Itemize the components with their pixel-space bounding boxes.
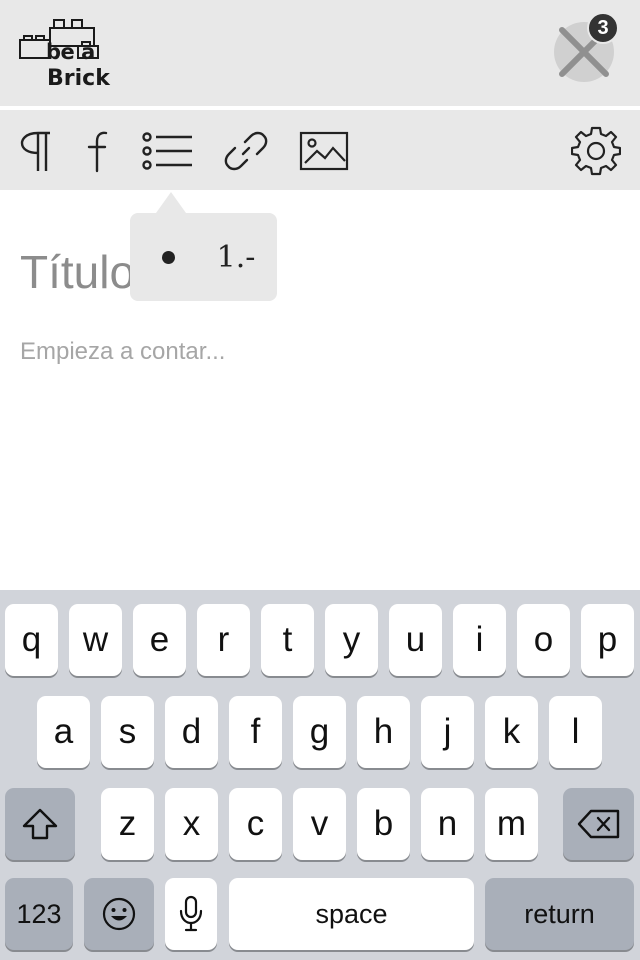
return-key[interactable]: return [485, 878, 634, 950]
bullet-list-icon [161, 250, 175, 264]
key-u[interactable]: u [389, 604, 442, 676]
link-button[interactable] [222, 128, 270, 174]
key-o[interactable]: o [517, 604, 570, 676]
paragraph-icon [20, 131, 50, 171]
key-a[interactable]: a [37, 696, 90, 768]
key-i[interactable]: i [453, 604, 506, 676]
paragraph-button[interactable] [16, 128, 56, 174]
be-a-brick-logo: be a Brick [18, 16, 110, 94]
microphone-icon [179, 895, 203, 932]
body-input[interactable] [20, 332, 620, 372]
numbered-list-option[interactable]: 1.- [208, 235, 264, 279]
key-c[interactable]: c [229, 788, 282, 860]
key-w[interactable]: w [69, 604, 122, 676]
on-screen-keyboard: q w e r t y u i o p a s d f g h j k l z … [0, 590, 640, 960]
key-d[interactable]: d [165, 696, 218, 768]
emoji-icon [102, 897, 136, 931]
title-input[interactable] [20, 242, 620, 302]
key-s[interactable]: s [101, 696, 154, 768]
key-t[interactable]: t [261, 604, 314, 676]
key-l[interactable]: l [549, 696, 602, 768]
font-button[interactable] [82, 128, 112, 174]
key-f[interactable]: f [229, 696, 282, 768]
list-popover-arrow [156, 192, 186, 213]
key-p[interactable]: p [581, 604, 634, 676]
app-header: be a Brick 3 [0, 0, 640, 108]
settings-button[interactable] [570, 126, 622, 176]
key-e[interactable]: e [133, 604, 186, 676]
link-icon [224, 131, 268, 171]
gear-icon [571, 126, 621, 176]
key-q[interactable]: q [5, 604, 58, 676]
key-g[interactable]: g [293, 696, 346, 768]
emoji-key[interactable] [84, 878, 154, 950]
bullet-list-option[interactable] [144, 235, 192, 279]
key-z[interactable]: z [101, 788, 154, 860]
key-n[interactable]: n [421, 788, 474, 860]
list-icon [142, 132, 192, 170]
image-icon [299, 131, 349, 171]
list-button[interactable] [142, 128, 194, 174]
backspace-key[interactable] [563, 788, 634, 860]
image-button[interactable] [298, 128, 350, 174]
key-j[interactable]: j [421, 696, 474, 768]
key-k[interactable]: k [485, 696, 538, 768]
font-icon [87, 131, 108, 173]
notification-badge: 3 [587, 12, 619, 44]
key-r[interactable]: r [197, 604, 250, 676]
list-popover: 1.- [130, 213, 277, 301]
microphone-key[interactable] [165, 878, 217, 950]
key-x[interactable]: x [165, 788, 218, 860]
key-b[interactable]: b [357, 788, 410, 860]
shift-key[interactable] [5, 788, 75, 860]
shift-icon [22, 808, 58, 840]
key-m[interactable]: m [485, 788, 538, 860]
key-v[interactable]: v [293, 788, 346, 860]
backspace-icon [577, 809, 619, 839]
logo-text-brick: Brick [47, 66, 110, 91]
key-h[interactable]: h [357, 696, 410, 768]
editor-toolbar [0, 110, 640, 190]
space-key[interactable]: space [229, 878, 474, 950]
logo-text-be-a: be a [46, 40, 95, 64]
numbers-key[interactable]: 123 [5, 878, 73, 950]
key-y[interactable]: y [325, 604, 378, 676]
